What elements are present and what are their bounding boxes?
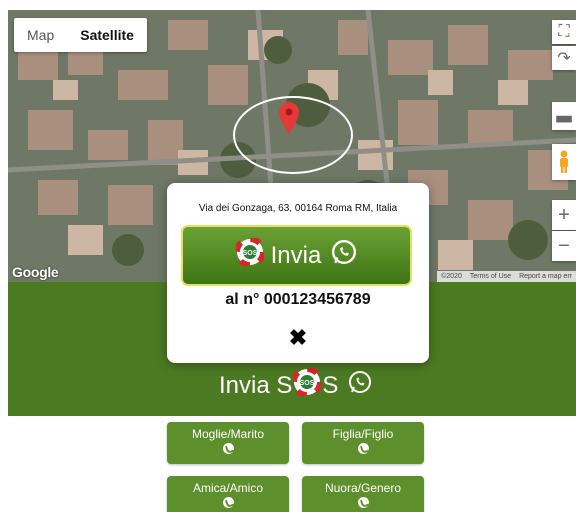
zoom-out-button[interactable]: − [552, 231, 576, 261]
sos-lifebuoy-icon: SOS [233, 236, 266, 273]
report-error-link[interactable]: Report a map err [515, 271, 576, 282]
whatsapp-icon[interactable] [348, 370, 372, 401]
phone-icon [357, 443, 369, 454]
phone-icon [222, 443, 234, 454]
sos-lifebuoy-icon: SOS [291, 366, 324, 403]
sos-badge-text: SOS [300, 380, 315, 387]
send-button-label: Invia [270, 241, 322, 269]
zoom-in-button[interactable]: + [552, 200, 576, 230]
pegman-icon[interactable] [552, 144, 576, 180]
fullscreen-icon[interactable]: ⛶ [552, 20, 576, 44]
phone-icon [357, 497, 369, 508]
phone-number-text: al n° 000123456789 [225, 291, 371, 308]
map-type-satellite[interactable]: Satellite [67, 18, 147, 52]
relative-button-nuora-genero[interactable]: Nuora/Genero [302, 476, 424, 512]
relative-button-moglie-marito[interactable]: Moglie/Marito [167, 422, 289, 464]
map-type-control: Map Satellite [14, 18, 147, 52]
tilt-icon[interactable]: ▄▄ [552, 102, 576, 130]
relative-label: Amica/Amico [192, 481, 263, 495]
send-sos-modal: Via dei Gonzaga, 63, 00164 Roma RM, Ital… [167, 183, 429, 363]
relative-label: Nuora/Genero [324, 481, 402, 495]
send-whatsapp-button[interactable]: SOS Invia [181, 225, 412, 286]
terms-link[interactable]: Terms of Use [466, 271, 515, 282]
relative-label: Moglie/Marito [191, 427, 265, 441]
panel-title-suffix: S [322, 371, 339, 399]
relative-button-amica-amico[interactable]: Amica/Amico [167, 476, 289, 512]
map-pin-icon[interactable] [279, 102, 299, 139]
whatsapp-icon [331, 239, 357, 272]
relative-label: Figlia/Figlio [332, 427, 394, 441]
panel-title-prefix: Invia S [219, 371, 293, 399]
google-logo: Google [12, 264, 59, 280]
map-type-map[interactable]: Map [14, 18, 67, 52]
rotate-icon[interactable]: ↷ [552, 46, 576, 70]
map-attribution: ©2020 Terms of Use Report a map err [437, 271, 576, 282]
close-icon[interactable]: ✖ [285, 325, 311, 351]
sos-badge-text: SOS [242, 250, 257, 257]
page: Map Satellite ⛶ ↷ ▄▄ + − Google ©2020 Te… [0, 0, 576, 512]
relative-button-figlia-figlio[interactable]: Figlia/Figlio [302, 422, 424, 464]
address-text: Via dei Gonzaga, 63, 00164 Roma RM, Ital… [198, 203, 398, 214]
panel-title: Invia S SOS S [219, 366, 372, 403]
phone-icon [222, 497, 234, 508]
copyright-text: ©2020 [441, 273, 462, 280]
